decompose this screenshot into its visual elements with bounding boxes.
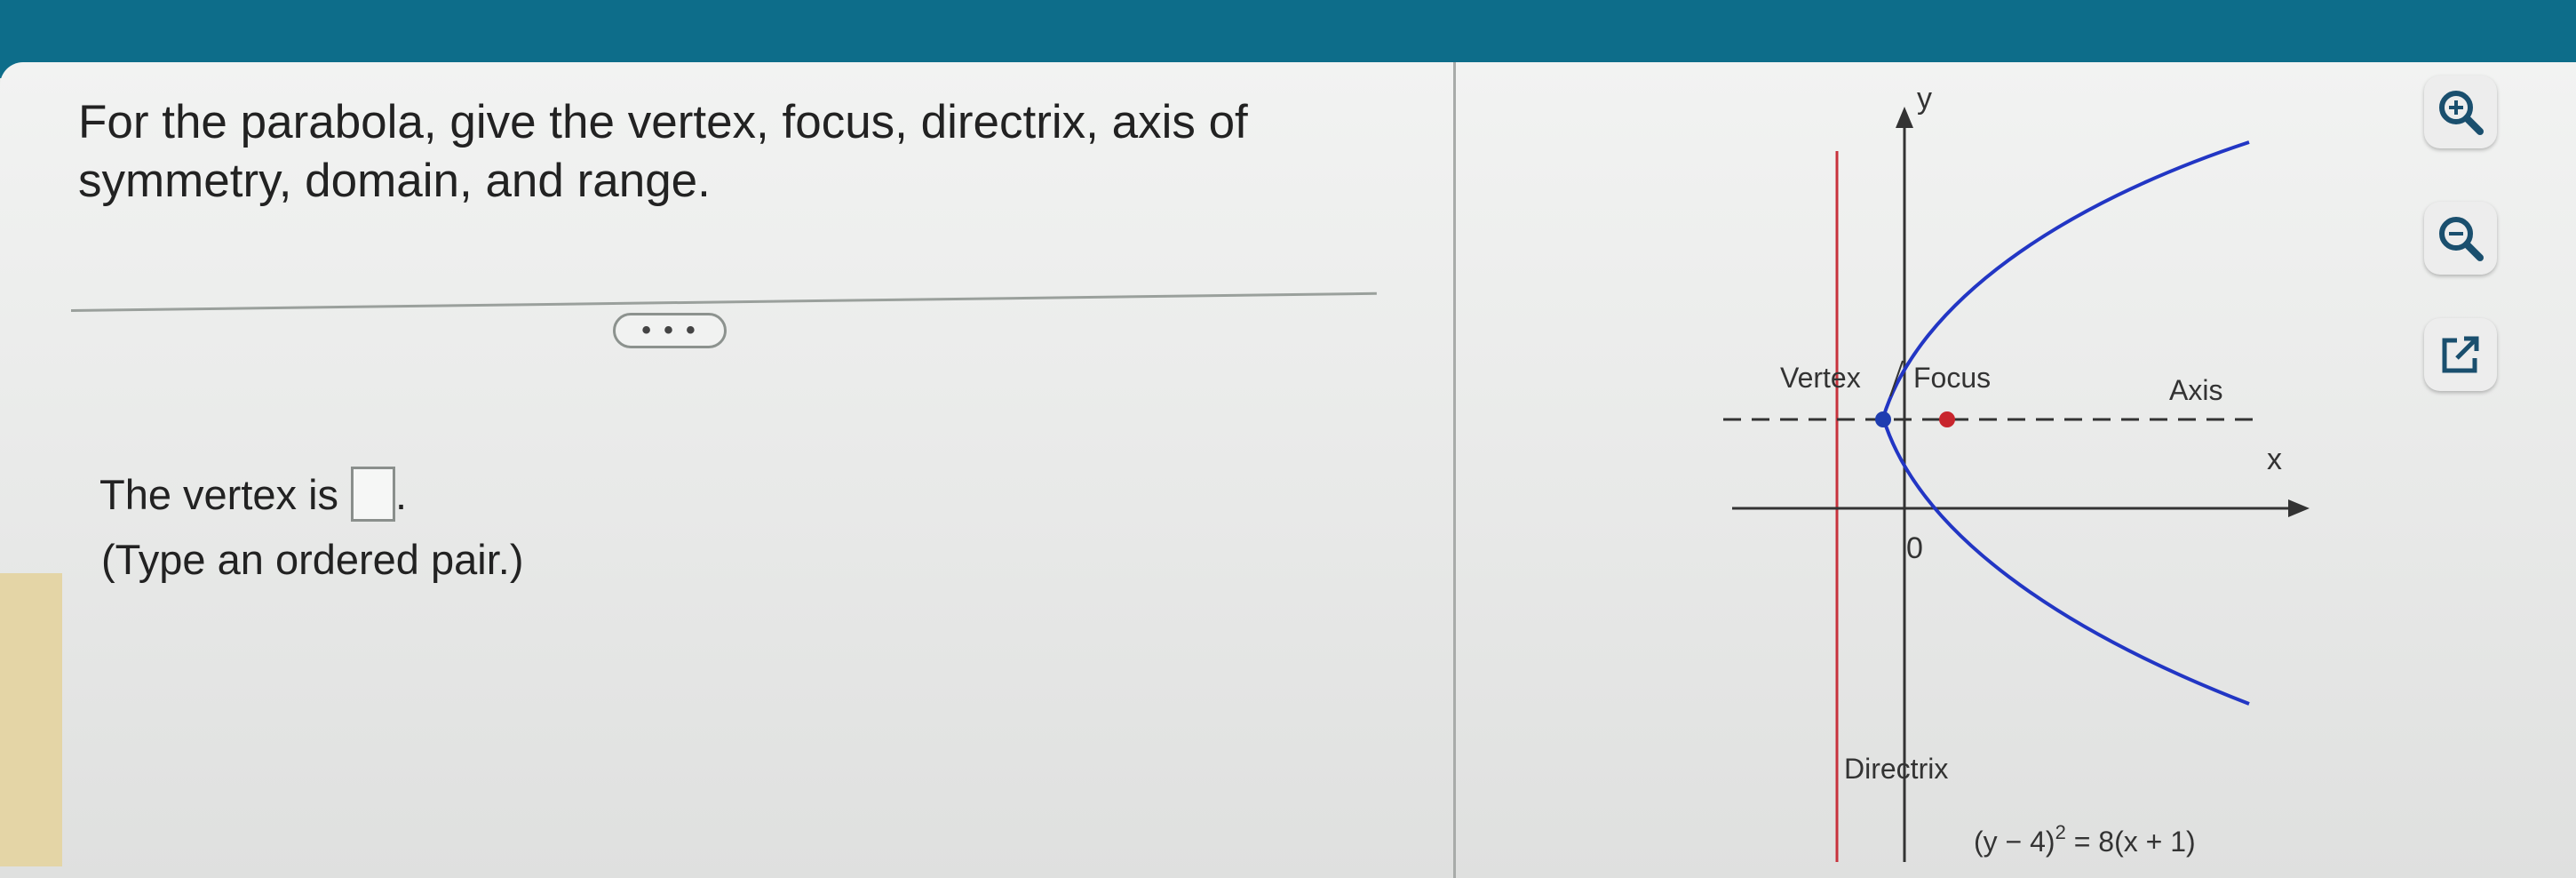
side-tab[interactable]: [0, 573, 62, 866]
x-axis-label: x: [2267, 443, 2282, 476]
external-link-icon: [2442, 336, 2479, 373]
parabola-curve: [1880, 140, 2250, 706]
question-text: For the parabola, give the vertex, focus…: [78, 93, 1357, 211]
vertex-point: [1875, 411, 1891, 427]
x-axis-arrow: [2288, 499, 2310, 517]
focus-point: [1939, 411, 1955, 427]
question-line-1: For the parabola, give the vertex, focus…: [78, 96, 1248, 148]
vertex-label: Vertex: [1780, 362, 1861, 394]
equation-rhs: = 8(x + 1): [2066, 826, 2196, 858]
column-separator: [1453, 62, 1456, 878]
vertex-prompt-period: .: [395, 470, 408, 518]
directrix-label: Directrix: [1844, 753, 1948, 785]
question-line-2: symmetry, domain, and range.: [78, 155, 711, 207]
zoom-in-icon: [2439, 91, 2484, 135]
axis-label: Axis: [2169, 374, 2222, 406]
show-more-button[interactable]: • • •: [613, 313, 727, 348]
vertex-answer-row: The vertex is .: [99, 467, 407, 522]
y-axis-arrow: [1896, 107, 1913, 128]
parabola-equation: (y − 4)2 = 8(x + 1): [1974, 821, 2196, 858]
vertex-answer-input[interactable]: [351, 467, 396, 522]
answer-hint: (Type an ordered pair.): [101, 536, 524, 583]
focus-label: Focus: [1913, 362, 1991, 394]
vertex-prompt: The vertex is: [99, 470, 339, 518]
equation-base: (y − 4): [1974, 826, 2055, 858]
y-axis-label: y: [1917, 82, 1932, 116]
open-in-new-window-button[interactable]: [2424, 318, 2497, 391]
zoom-in-button[interactable]: [2424, 76, 2497, 148]
zoom-out-button[interactable]: [2424, 202, 2497, 275]
origin-label: 0: [1906, 531, 1923, 565]
parabola-graph: y x 0 Vertex Focus Axis Directrix (y − 4…: [1723, 82, 2310, 862]
equation-exponent: 2: [2055, 821, 2066, 843]
zoom-out-icon: [2439, 217, 2484, 261]
